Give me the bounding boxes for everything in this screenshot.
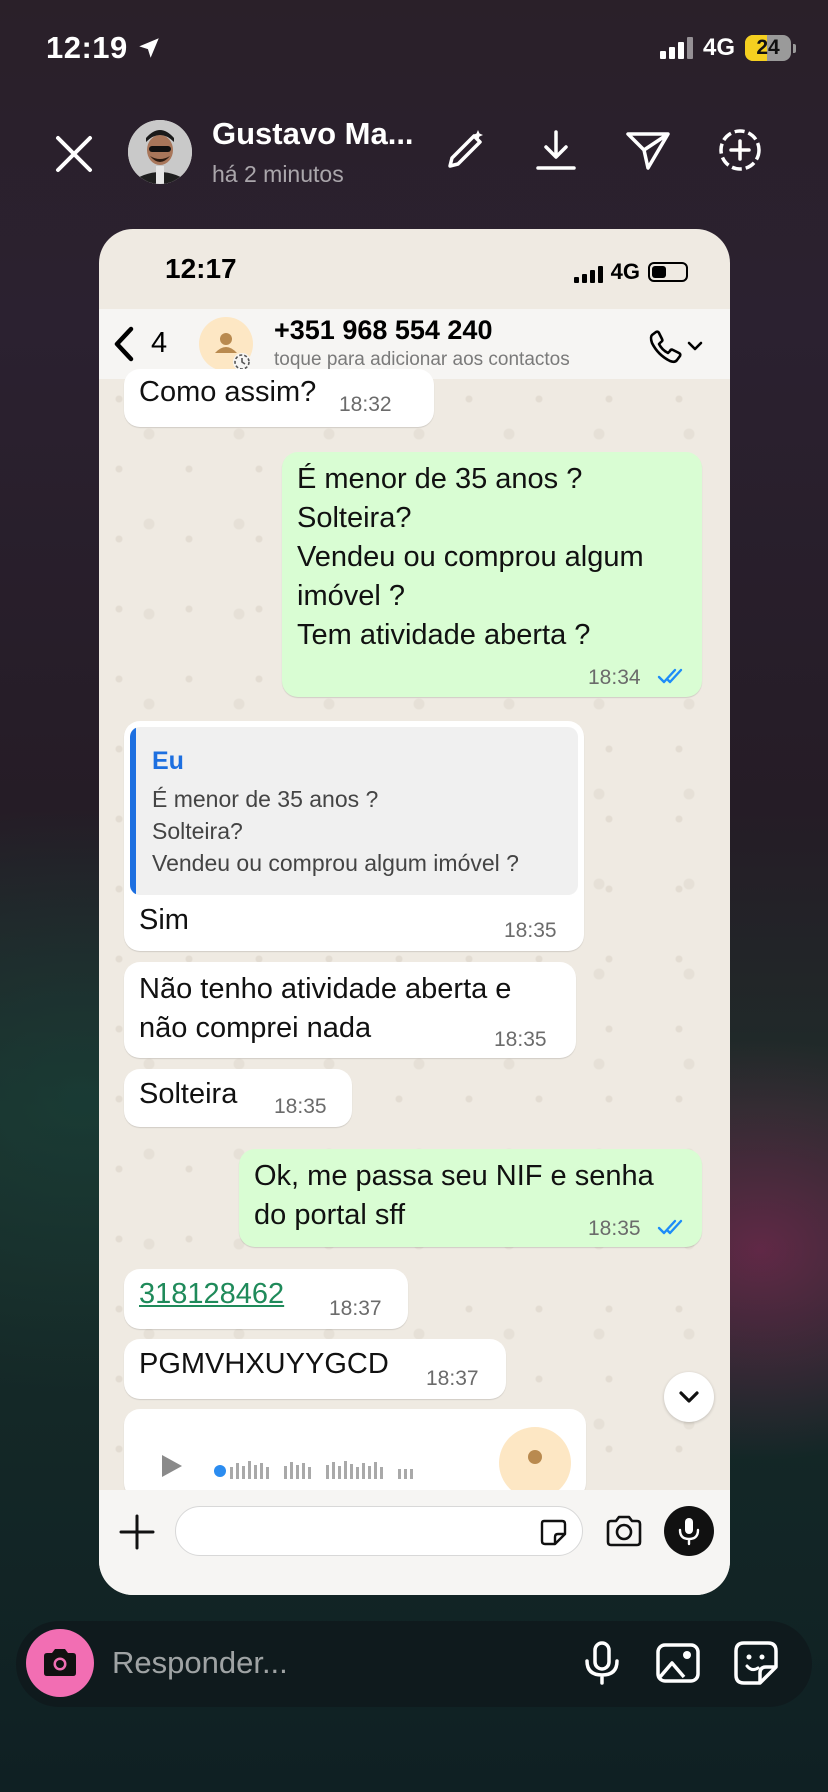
message-outgoing[interactable]: É menor de 35 anos ? Solteira? Vendeu ou…	[282, 452, 702, 697]
contact-subtitle[interactable]: toque para adicionar aos contactos	[274, 349, 570, 371]
play-icon[interactable]	[158, 1453, 184, 1479]
download-icon[interactable]	[532, 126, 580, 174]
quoted-message[interactable]: Eu É menor de 35 anos ? Solteira? Vendeu…	[130, 727, 578, 895]
avatar[interactable]	[128, 120, 192, 184]
quoted-author: Eu	[152, 747, 184, 775]
message-incoming[interactable]: Solteira 18:35	[124, 1069, 352, 1127]
location-arrow-icon	[139, 38, 159, 58]
camera-icon	[44, 1649, 76, 1676]
voice-sender-avatar	[499, 1427, 571, 1499]
message-incoming[interactable]: Não tenho atividade aberta e não comprei…	[124, 962, 576, 1058]
inner-status-right: 4G	[573, 259, 688, 285]
message-incoming-reply[interactable]: Eu É menor de 35 anos ? Solteira? Vendeu…	[124, 721, 584, 951]
message-time: 18:35	[494, 1028, 547, 1051]
back-unread-count[interactable]: 4	[151, 327, 167, 360]
message-text: Solteira	[139, 1078, 238, 1110]
contact-avatar-icon	[215, 333, 251, 371]
contact-avatar-icon	[528, 1450, 542, 1464]
waveform-icon	[214, 1461, 413, 1479]
read-ticks-icon	[657, 1219, 683, 1235]
contact-name[interactable]: +351 968 554 240	[274, 315, 492, 346]
mic-icon[interactable]	[578, 1639, 626, 1687]
inner-status-time: 12:17	[165, 253, 237, 284]
contact-avatar[interactable]	[199, 317, 253, 371]
chat-input-bar	[99, 1490, 730, 1595]
story-posted-time: há 2 minutos	[212, 161, 344, 187]
message-time: 18:37	[329, 1297, 382, 1320]
read-ticks-icon	[657, 668, 683, 684]
story-user-name[interactable]: Gustavo Ma...	[212, 116, 414, 152]
story-screenshot: 12:17 4G 4 +351 968 554 240 toque para a…	[99, 229, 730, 1595]
sticker-icon[interactable]	[538, 1517, 568, 1547]
message-time: 18:34	[588, 666, 641, 689]
message-text: É menor de 35 anos ? Solteira? Vendeu ou…	[297, 463, 644, 651]
message-incoming[interactable]: PGMVHXUYYGCD 18:37	[124, 1339, 506, 1399]
quote-accent-bar	[130, 727, 136, 895]
reply-bar: Responder...	[16, 1621, 812, 1707]
message-text: PGMVHXUYYGCD	[139, 1348, 389, 1380]
voice-message[interactable]	[124, 1409, 586, 1499]
sticker-icon[interactable]	[732, 1639, 780, 1687]
add-story-icon[interactable]	[716, 126, 764, 174]
reply-input[interactable]: Responder...	[112, 1645, 288, 1681]
status-bar-time: 12:19	[46, 30, 162, 66]
chevron-down-icon	[679, 1391, 699, 1403]
message-input[interactable]	[175, 1506, 583, 1556]
message-time: 18:35	[588, 1217, 641, 1240]
camera-button[interactable]	[26, 1629, 94, 1697]
inner-signal-icon	[573, 261, 603, 283]
message-incoming[interactable]: 318128462 18:37	[124, 1269, 408, 1329]
mic-icon	[678, 1518, 700, 1546]
status-bar-right: 4G 24	[659, 34, 796, 62]
inner-network-label: 4G	[610, 259, 640, 284]
plus-icon[interactable]	[117, 1512, 157, 1552]
draw-icon[interactable]	[440, 126, 488, 174]
chevron-left-icon[interactable]	[111, 325, 137, 363]
mic-button[interactable]	[664, 1506, 714, 1556]
gallery-icon[interactable]	[654, 1639, 702, 1687]
network-label: 4G	[702, 34, 735, 61]
close-icon[interactable]	[50, 130, 98, 178]
scroll-to-bottom-button[interactable]	[664, 1372, 714, 1422]
message-text: Sim	[139, 904, 189, 936]
signal-icon	[659, 37, 693, 59]
battery-icon: 24	[745, 35, 796, 61]
message-incoming[interactable]: Como assim? 18:32	[124, 369, 434, 427]
quoted-text: É menor de 35 anos ? Solteira? Vendeu ou…	[152, 786, 519, 876]
message-time: 18:35	[504, 919, 557, 942]
message-text: Como assim?	[139, 376, 317, 408]
inner-battery-icon	[648, 262, 688, 282]
send-icon[interactable]	[624, 126, 672, 174]
message-time: 18:32	[339, 393, 392, 416]
message-time: 18:35	[274, 1095, 327, 1118]
message-text: Não tenho atividade aberta e não comprei…	[139, 973, 512, 1044]
message-link[interactable]: 318128462	[139, 1275, 284, 1314]
camera-icon[interactable]	[604, 1514, 644, 1548]
battery-level: 24	[756, 36, 780, 59]
message-outgoing[interactable]: Ok, me passa seu NIF e senha do portal s…	[239, 1149, 702, 1247]
message-time: 18:37	[426, 1367, 479, 1390]
phone-icon[interactable]	[644, 327, 708, 367]
